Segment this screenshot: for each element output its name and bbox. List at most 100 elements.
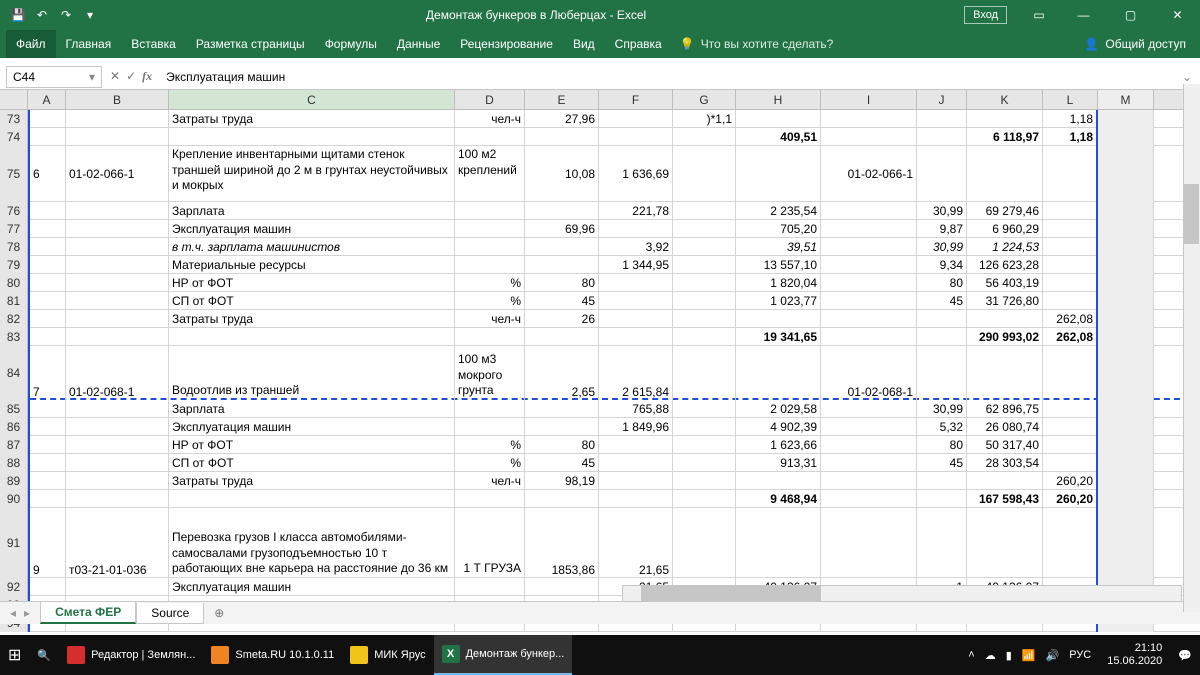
col-B[interactable]: B [66, 90, 169, 109]
cell-C75[interactable]: Крепление инвентарными щитами стенок тра… [169, 146, 455, 202]
cell-D91[interactable]: 1 Т ГРУЗА [455, 508, 525, 578]
cell-I81[interactable] [821, 292, 917, 310]
cell-C83[interactable] [169, 328, 455, 346]
cell-A81[interactable] [28, 292, 66, 310]
taskbar-item[interactable]: Smeta.RU 10.1.0.11 [203, 635, 342, 675]
cell-C90[interactable] [169, 490, 455, 508]
tell-me[interactable]: Что вы хотите сделать? [701, 37, 834, 51]
cell-H87[interactable]: 1 623,66 [736, 436, 821, 454]
col-H[interactable]: H [736, 90, 821, 109]
cell-A88[interactable] [28, 454, 66, 472]
cell-E92[interactable] [525, 578, 599, 596]
cell-I86[interactable] [821, 418, 917, 436]
cell-H74[interactable]: 409,51 [736, 128, 821, 146]
col-D[interactable]: D [455, 90, 525, 109]
cell-M88[interactable] [1098, 454, 1154, 472]
cell-G90[interactable] [673, 490, 736, 508]
select-all-corner[interactable] [0, 90, 28, 109]
cell-D92[interactable] [455, 578, 525, 596]
cell-E76[interactable] [525, 202, 599, 220]
close-button[interactable]: ✕ [1155, 1, 1200, 29]
cell-I76[interactable] [821, 202, 917, 220]
cell-K81[interactable]: 31 726,80 [967, 292, 1043, 310]
cell-M79[interactable] [1098, 256, 1154, 274]
tab-file[interactable]: Файл [6, 30, 56, 58]
cell-D84[interactable]: 100 м3 мокрого грунта [455, 346, 525, 400]
cell-J88[interactable]: 45 [917, 454, 967, 472]
tray-chevron-icon[interactable]: ˄ [968, 649, 974, 661]
cell-B79[interactable] [66, 256, 169, 274]
cell-K85[interactable]: 62 896,75 [967, 400, 1043, 418]
tab-home[interactable]: Главная [56, 30, 122, 58]
share-button[interactable]: 👤 Общий доступ [1076, 37, 1194, 51]
cell-H76[interactable]: 2 235,54 [736, 202, 821, 220]
row-header[interactable]: 78 [0, 238, 28, 256]
cell-H86[interactable]: 4 902,39 [736, 418, 821, 436]
cell-I78[interactable] [821, 238, 917, 256]
cancel-formula-icon[interactable]: ✕ [110, 69, 120, 84]
cell-G83[interactable] [673, 328, 736, 346]
name-dropdown-icon[interactable]: ▾ [89, 70, 95, 84]
cell-J91[interactable] [917, 508, 967, 578]
cell-E73[interactable]: 27,96 [525, 110, 599, 128]
cell-J87[interactable]: 80 [917, 436, 967, 454]
cell-L85[interactable] [1043, 400, 1098, 418]
cell-M83[interactable] [1098, 328, 1154, 346]
cell-K90[interactable]: 167 598,43 [967, 490, 1043, 508]
cell-A85[interactable] [28, 400, 66, 418]
cell-E74[interactable] [525, 128, 599, 146]
minimize-button[interactable]: — [1061, 1, 1106, 29]
cell-H88[interactable]: 913,31 [736, 454, 821, 472]
cell-B91[interactable]: т03-21-01-036 [66, 508, 169, 578]
cell-I85[interactable] [821, 400, 917, 418]
cell-G76[interactable] [673, 202, 736, 220]
col-G[interactable]: G [673, 90, 736, 109]
cell-H73[interactable] [736, 110, 821, 128]
cell-K83[interactable]: 290 993,02 [967, 328, 1043, 346]
cell-M91[interactable] [1098, 508, 1154, 578]
cell-D89[interactable]: чел-ч [455, 472, 525, 490]
col-A[interactable]: A [28, 90, 66, 109]
sheet-nav-next-icon[interactable]: ▸ [24, 606, 30, 620]
qat-more-icon[interactable]: ▾ [80, 5, 100, 25]
cell-K89[interactable] [967, 472, 1043, 490]
cell-D85[interactable] [455, 400, 525, 418]
cell-D81[interactable]: % [455, 292, 525, 310]
cell-H78[interactable]: 39,51 [736, 238, 821, 256]
cell-K82[interactable] [967, 310, 1043, 328]
cell-A79[interactable] [28, 256, 66, 274]
cell-K88[interactable]: 28 303,54 [967, 454, 1043, 472]
cell-B76[interactable] [66, 202, 169, 220]
row-header[interactable]: 83 [0, 328, 28, 346]
cell-B87[interactable] [66, 436, 169, 454]
cell-J77[interactable]: 9,87 [917, 220, 967, 238]
row-header[interactable]: 82 [0, 310, 28, 328]
cell-A80[interactable] [28, 274, 66, 292]
cell-A84[interactable]: 7 [28, 346, 66, 400]
taskbar-item[interactable]: МИК Ярус [342, 635, 433, 675]
cell-B75[interactable]: 01-02-066-1 [66, 146, 169, 202]
cell-B80[interactable] [66, 274, 169, 292]
tab-view[interactable]: Вид [563, 30, 605, 58]
row-header[interactable]: 91 [0, 508, 28, 578]
cell-K73[interactable] [967, 110, 1043, 128]
save-icon[interactable]: 💾 [8, 5, 28, 25]
cell-J82[interactable] [917, 310, 967, 328]
row-header[interactable]: 75 [0, 146, 28, 202]
cell-F84[interactable]: 2 615,84 [599, 346, 673, 400]
cell-A76[interactable] [28, 202, 66, 220]
cell-M89[interactable] [1098, 472, 1154, 490]
col-L[interactable]: L [1043, 90, 1098, 109]
cell-L91[interactable] [1043, 508, 1098, 578]
cell-G79[interactable] [673, 256, 736, 274]
cell-H89[interactable] [736, 472, 821, 490]
cell-J81[interactable]: 45 [917, 292, 967, 310]
cell-J78[interactable]: 30,99 [917, 238, 967, 256]
cell-A92[interactable] [28, 578, 66, 596]
sheet-nav-prev-icon[interactable]: ◂ [10, 606, 16, 620]
cell-B73[interactable] [66, 110, 169, 128]
cell-L84[interactable] [1043, 346, 1098, 400]
cell-A87[interactable] [28, 436, 66, 454]
cell-C81[interactable]: СП от ФОТ [169, 292, 455, 310]
tab-formulas[interactable]: Формулы [315, 30, 387, 58]
